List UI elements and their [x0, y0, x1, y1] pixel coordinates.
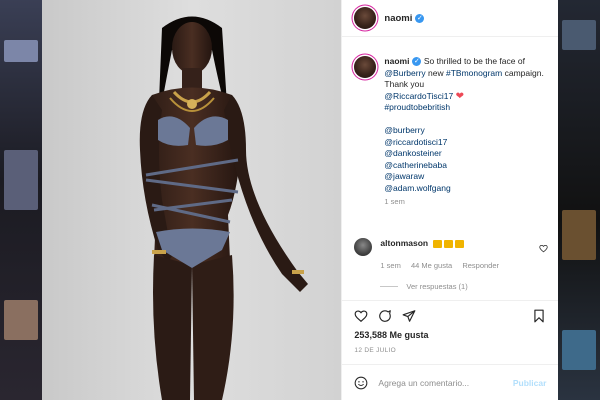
- commenter-avatar[interactable]: [354, 238, 373, 256]
- caption: naomi ✓ So thrilled to be the face of @Bu…: [354, 56, 549, 210]
- hashtag-tbmonogram[interactable]: #TBmonogram: [446, 68, 502, 78]
- comment-meta: 1 sem 44 Me gusta Responder: [380, 261, 507, 270]
- caption-text: naomi ✓ So thrilled to be the face of @Bu…: [384, 56, 549, 210]
- share-icon[interactable]: [402, 309, 416, 323]
- feed-thumbnail: [4, 40, 38, 62]
- crown-emoji-icon: [454, 239, 464, 248]
- like-comment-icon[interactable]: [539, 244, 548, 253]
- emoji-icon[interactable]: [354, 376, 368, 390]
- caption-text-2: new: [428, 67, 444, 78]
- post-header: naomi ✓: [342, 0, 558, 37]
- post-details-panel: naomi ✓ naomi ✓ So thrilled to be the fac…: [341, 0, 559, 401]
- tag-link[interactable]: @burberry: [384, 125, 424, 135]
- verified-badge-icon: ✓: [412, 57, 422, 67]
- comment-input[interactable]: [376, 377, 511, 389]
- tag-link[interactable]: @dankosteiner: [384, 148, 441, 158]
- author-avatar[interactable]: [354, 7, 377, 29]
- feed-thumbnail: [4, 150, 38, 210]
- tag-link[interactable]: @catherinebaba: [384, 160, 447, 170]
- post-date[interactable]: 12 DE JULIO: [354, 347, 396, 354]
- tag-link[interactable]: @jawaraw: [384, 171, 424, 181]
- comment-icon[interactable]: [378, 309, 392, 323]
- caption-avatar[interactable]: [354, 56, 377, 78]
- heart-icon[interactable]: [354, 309, 368, 323]
- crown-emoji-icon: [432, 239, 442, 248]
- add-comment-bar: Publicar: [342, 364, 559, 401]
- view-replies-label[interactable]: Ver respuestas (1): [406, 282, 467, 291]
- background-feed-right: [558, 0, 600, 400]
- feed-thumbnail: [4, 300, 38, 340]
- feed-thumbnail: [562, 20, 596, 50]
- post-photo[interactable]: [42, 0, 342, 400]
- action-bar: [342, 300, 559, 331]
- author-username[interactable]: naomi: [384, 13, 412, 24]
- caption-text-1: So thrilled to be the face of: [423, 56, 525, 66]
- likes-count[interactable]: 253,588 Me gusta: [354, 330, 428, 340]
- mention-riccardo[interactable]: @RiccardoTisci17: [384, 91, 453, 101]
- crown-emoji-icon: [443, 239, 453, 248]
- commenter-username[interactable]: altonmason: [380, 238, 428, 248]
- post-comment-button[interactable]: Publicar: [513, 378, 547, 388]
- comment-likes[interactable]: 44 Me gusta: [411, 261, 452, 270]
- comment-age: 1 sem: [380, 261, 401, 270]
- reply-button[interactable]: Responder: [462, 261, 499, 270]
- tag-link[interactable]: @riccardotisci17: [384, 137, 447, 147]
- tag-link[interactable]: @adam.wolfgang: [384, 183, 450, 193]
- view-replies[interactable]: Ver respuestas (1): [380, 282, 468, 291]
- feed-thumbnail: [562, 330, 596, 370]
- post-modal: naomi ✓ naomi ✓ So thrilled to be the fac…: [42, 0, 559, 401]
- background-feed-left: [0, 0, 42, 400]
- replies-divider: [380, 286, 399, 287]
- post-photo-illustration: [42, 0, 342, 400]
- caption-age: 1 sem: [384, 197, 405, 206]
- mention-burberry[interactable]: @Burberry: [384, 68, 425, 78]
- verified-badge-icon: ✓: [415, 13, 425, 23]
- bookmark-icon[interactable]: [532, 309, 546, 323]
- heart-emoji-icon: ❤: [455, 90, 464, 102]
- caption-username[interactable]: naomi: [384, 56, 409, 66]
- comment-text: altonmason: [380, 238, 464, 256]
- hashtag-proudtobebritish[interactable]: #proudtobebritish: [384, 102, 450, 112]
- feed-thumbnail: [562, 210, 596, 260]
- comment: altonmason: [354, 238, 549, 256]
